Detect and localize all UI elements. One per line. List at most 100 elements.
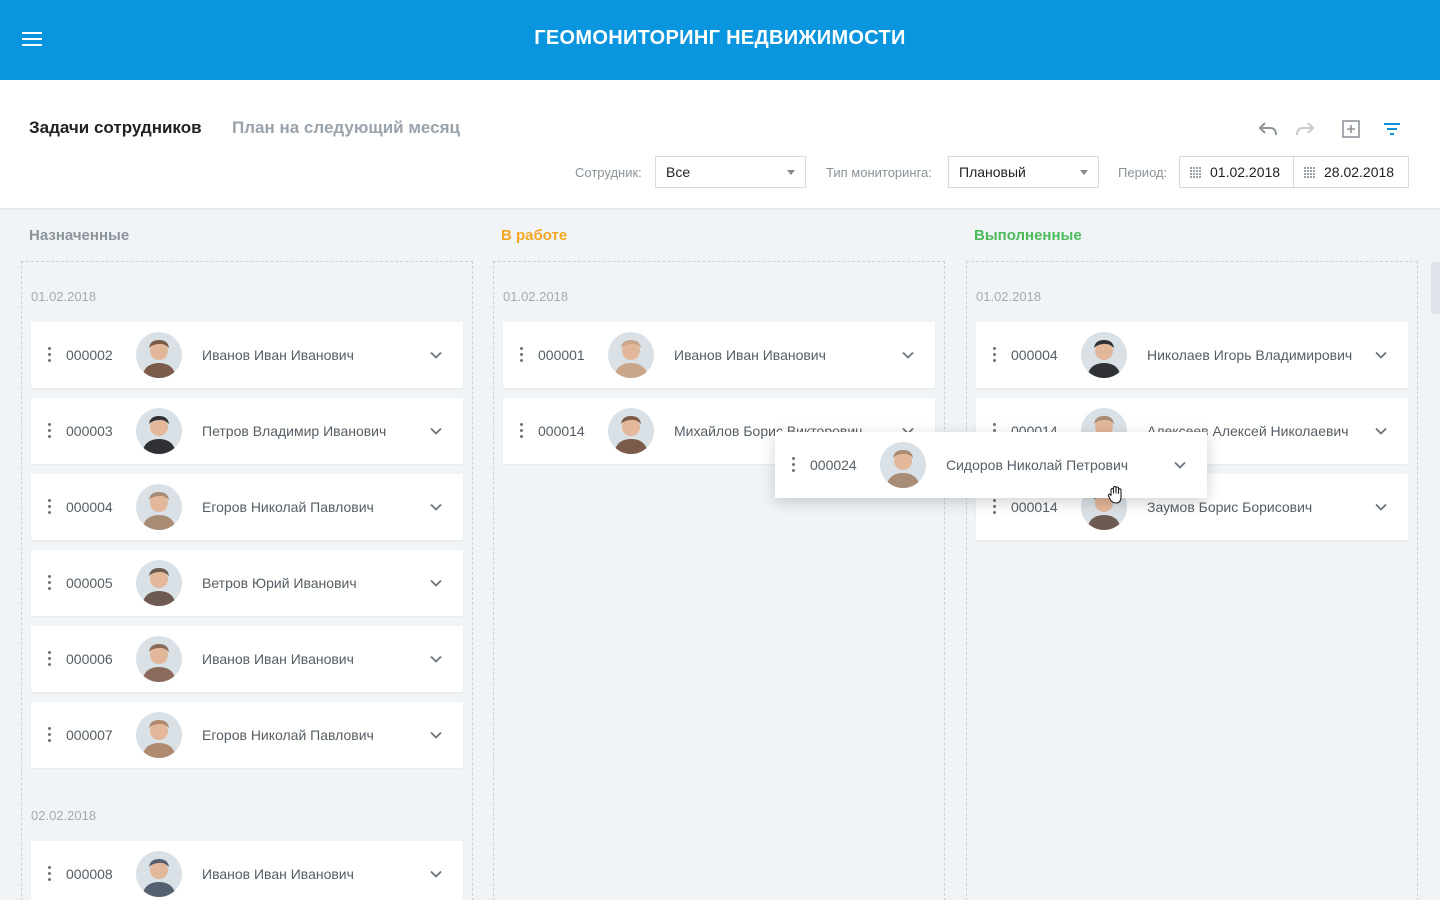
column-title: В работе: [501, 227, 568, 244]
period-label: Период:: [1118, 165, 1168, 180]
drag-handle-icon[interactable]: [48, 866, 52, 882]
chevron-down-icon[interactable]: [429, 576, 443, 590]
scrollbar-thumb[interactable]: [1431, 262, 1440, 314]
drag-handle-icon[interactable]: [993, 499, 997, 515]
period-from-input[interactable]: 01.02.2018: [1179, 156, 1294, 188]
drag-handle-icon[interactable]: [520, 423, 524, 439]
drag-handle-icon[interactable]: [792, 457, 796, 473]
task-number: 000003: [66, 423, 113, 439]
column-title: Назначенные: [29, 227, 130, 244]
task-card[interactable]: 000004 Николаев Игорь Владимирович: [976, 322, 1408, 388]
date-group-label: 02.02.2018: [31, 808, 97, 823]
calendar-icon: [1190, 167, 1201, 178]
employee-name: Петров Владимир Иванович: [202, 423, 387, 439]
task-card[interactable]: 000006 Иванов Иван Иванович: [31, 626, 463, 692]
employee-name: Егоров Николай Павлович: [202, 727, 374, 743]
monitoring-type-value: Плановый: [959, 164, 1026, 180]
redo-icon[interactable]: [1294, 118, 1316, 140]
grab-cursor-icon: [1107, 485, 1122, 504]
employee-select[interactable]: Все: [655, 156, 806, 188]
chevron-down-icon[interactable]: [429, 652, 443, 666]
drag-handle-icon[interactable]: [993, 347, 997, 363]
task-number: 000004: [1011, 347, 1058, 363]
task-number: 000001: [538, 347, 585, 363]
chevron-down-icon[interactable]: [1173, 458, 1187, 472]
task-card[interactable]: 000004 Егоров Николай Павлович: [31, 474, 463, 540]
filter-icon[interactable]: [1381, 118, 1403, 140]
date-group-label: 01.02.2018: [976, 289, 1042, 304]
employee-name: Заумов Борис Борисович: [1147, 499, 1313, 515]
avatar: [136, 712, 182, 758]
avatar: [608, 332, 654, 378]
task-number: 000006: [66, 651, 113, 667]
chevron-down-icon[interactable]: [1374, 500, 1388, 514]
monitoring-type-select[interactable]: Плановый: [948, 156, 1099, 188]
avatar: [136, 408, 182, 454]
filter-toolbar: Задачи сотрудников План на следующий мес…: [0, 80, 1440, 209]
avatar: [1081, 332, 1127, 378]
period-from-value: 01.02.2018: [1210, 164, 1281, 180]
chevron-down-icon[interactable]: [1374, 348, 1388, 362]
tab-next-month-plan[interactable]: План на следующий месяц: [232, 118, 460, 138]
drag-handle-icon[interactable]: [520, 347, 524, 363]
date-group-label: 01.02.2018: [503, 289, 569, 304]
task-number: 000004: [66, 499, 113, 515]
add-box-icon[interactable]: [1340, 118, 1362, 140]
dragging-task-card[interactable]: 000024 Сидоров Николай Петрович: [775, 432, 1207, 498]
task-number: 000014: [1011, 499, 1058, 515]
drag-handle-icon[interactable]: [48, 499, 52, 515]
period-to-value: 28.02.2018: [1324, 164, 1395, 180]
drag-handle-icon[interactable]: [48, 423, 52, 439]
employee-name: Иванов Иван Иванович: [202, 866, 354, 882]
avatar: [136, 484, 182, 530]
employee-name: Иванов Иван Иванович: [202, 651, 354, 667]
task-number: 000007: [66, 727, 113, 743]
task-number: 000008: [66, 866, 113, 882]
task-number: 000014: [538, 423, 585, 439]
employee-select-value: Все: [666, 164, 691, 180]
tab-employee-tasks[interactable]: Задачи сотрудников: [29, 118, 202, 138]
chevron-down-icon[interactable]: [429, 424, 443, 438]
monitoring-type-label: Тип мониторинга:: [826, 165, 932, 180]
employee-name: Егоров Николай Павлович: [202, 499, 374, 515]
caret-down-icon: [787, 170, 795, 175]
task-card[interactable]: 000005 Ветров Юрий Иванович: [31, 550, 463, 616]
column-title: Выполненные: [974, 227, 1082, 244]
task-number: 000002: [66, 347, 113, 363]
calendar-icon: [1304, 167, 1315, 178]
task-number: 000005: [66, 575, 113, 591]
drag-handle-icon[interactable]: [48, 727, 52, 743]
employee-name: Сидоров Николай Петрович: [946, 457, 1129, 473]
chevron-down-icon[interactable]: [429, 500, 443, 514]
avatar: [136, 636, 182, 682]
chevron-down-icon[interactable]: [429, 348, 443, 362]
task-card[interactable]: 000007 Егоров Николай Павлович: [31, 702, 463, 768]
app-header: ГЕОМОНИТОРИНГ НЕДВИЖИМОСТИ: [0, 0, 1440, 80]
drag-handle-icon[interactable]: [48, 575, 52, 591]
task-card[interactable]: 000008 Иванов Иван Иванович: [31, 841, 463, 900]
task-card[interactable]: 000001 Иванов Иван Иванович: [503, 322, 935, 388]
avatar: [136, 851, 182, 897]
task-card[interactable]: 000003 Петров Владимир Иванович: [31, 398, 463, 464]
chevron-down-icon[interactable]: [1374, 424, 1388, 438]
avatar: [136, 332, 182, 378]
drag-handle-icon[interactable]: [48, 651, 52, 667]
caret-down-icon: [1080, 170, 1088, 175]
period-to-input[interactable]: 28.02.2018: [1293, 156, 1409, 188]
drag-handle-icon[interactable]: [48, 347, 52, 363]
task-number: 000024: [810, 457, 857, 473]
employee-name: Иванов Иван Иванович: [674, 347, 826, 363]
avatar: [608, 408, 654, 454]
app-title: ГЕОМОНИТОРИНГ НЕДВИЖИМОСТИ: [534, 27, 906, 49]
undo-icon[interactable]: [1257, 118, 1279, 140]
employee-filter-label: Сотрудник:: [575, 165, 642, 180]
chevron-down-icon[interactable]: [901, 348, 915, 362]
avatar: [880, 442, 926, 488]
avatar: [136, 560, 182, 606]
chevron-down-icon[interactable]: [429, 728, 443, 742]
chevron-down-icon[interactable]: [429, 867, 443, 881]
date-group-label: 01.02.2018: [31, 289, 97, 304]
employee-name: Николаев Игорь Владимирович: [1147, 347, 1353, 363]
task-card[interactable]: 000002 Иванов Иван Иванович: [31, 322, 463, 388]
employee-name: Иванов Иван Иванович: [202, 347, 354, 363]
